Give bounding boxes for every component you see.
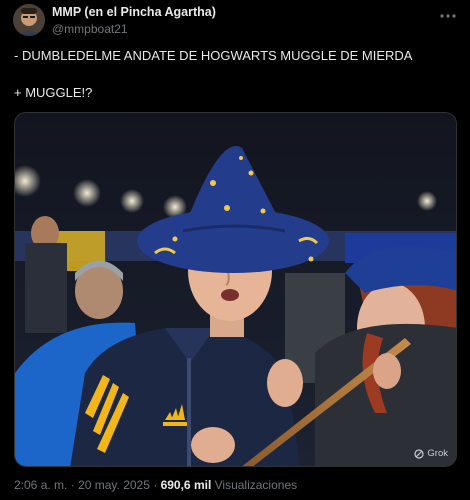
tweet-media[interactable]: Grok bbox=[14, 112, 457, 467]
author-display-name[interactable]: MMP (en el Pincha Agartha) bbox=[52, 5, 216, 19]
tweet-date[interactable]: 20 may. 2025 bbox=[78, 478, 150, 492]
views-count: 690,6 mil bbox=[160, 478, 212, 492]
meta-separator: · bbox=[70, 478, 75, 492]
meta-separator: · bbox=[153, 478, 158, 492]
more-button[interactable] bbox=[438, 8, 458, 24]
tweet-metadata: 2:06 a. m. · 20 may. 2025 · 690,6 mil Vi… bbox=[14, 478, 297, 492]
avatar-image bbox=[13, 4, 45, 36]
more-icon bbox=[440, 14, 456, 18]
avatar[interactable] bbox=[13, 4, 45, 36]
author-handle[interactable]: @mmpboat21 bbox=[52, 22, 128, 36]
grok-badge-label: Grok bbox=[427, 448, 448, 459]
tweet-text-line-2: + MUGGLE!? bbox=[14, 85, 93, 100]
media-image bbox=[15, 113, 456, 466]
tweet-text-line-1: - DUMBLEDELME ANDATE DE HOGWARTS MUGGLE … bbox=[14, 48, 413, 63]
tweet-time[interactable]: 2:06 a. m. bbox=[14, 478, 67, 492]
grok-icon bbox=[414, 448, 425, 459]
grok-badge[interactable]: Grok bbox=[414, 448, 448, 459]
views-label: Visualizaciones bbox=[214, 478, 298, 492]
